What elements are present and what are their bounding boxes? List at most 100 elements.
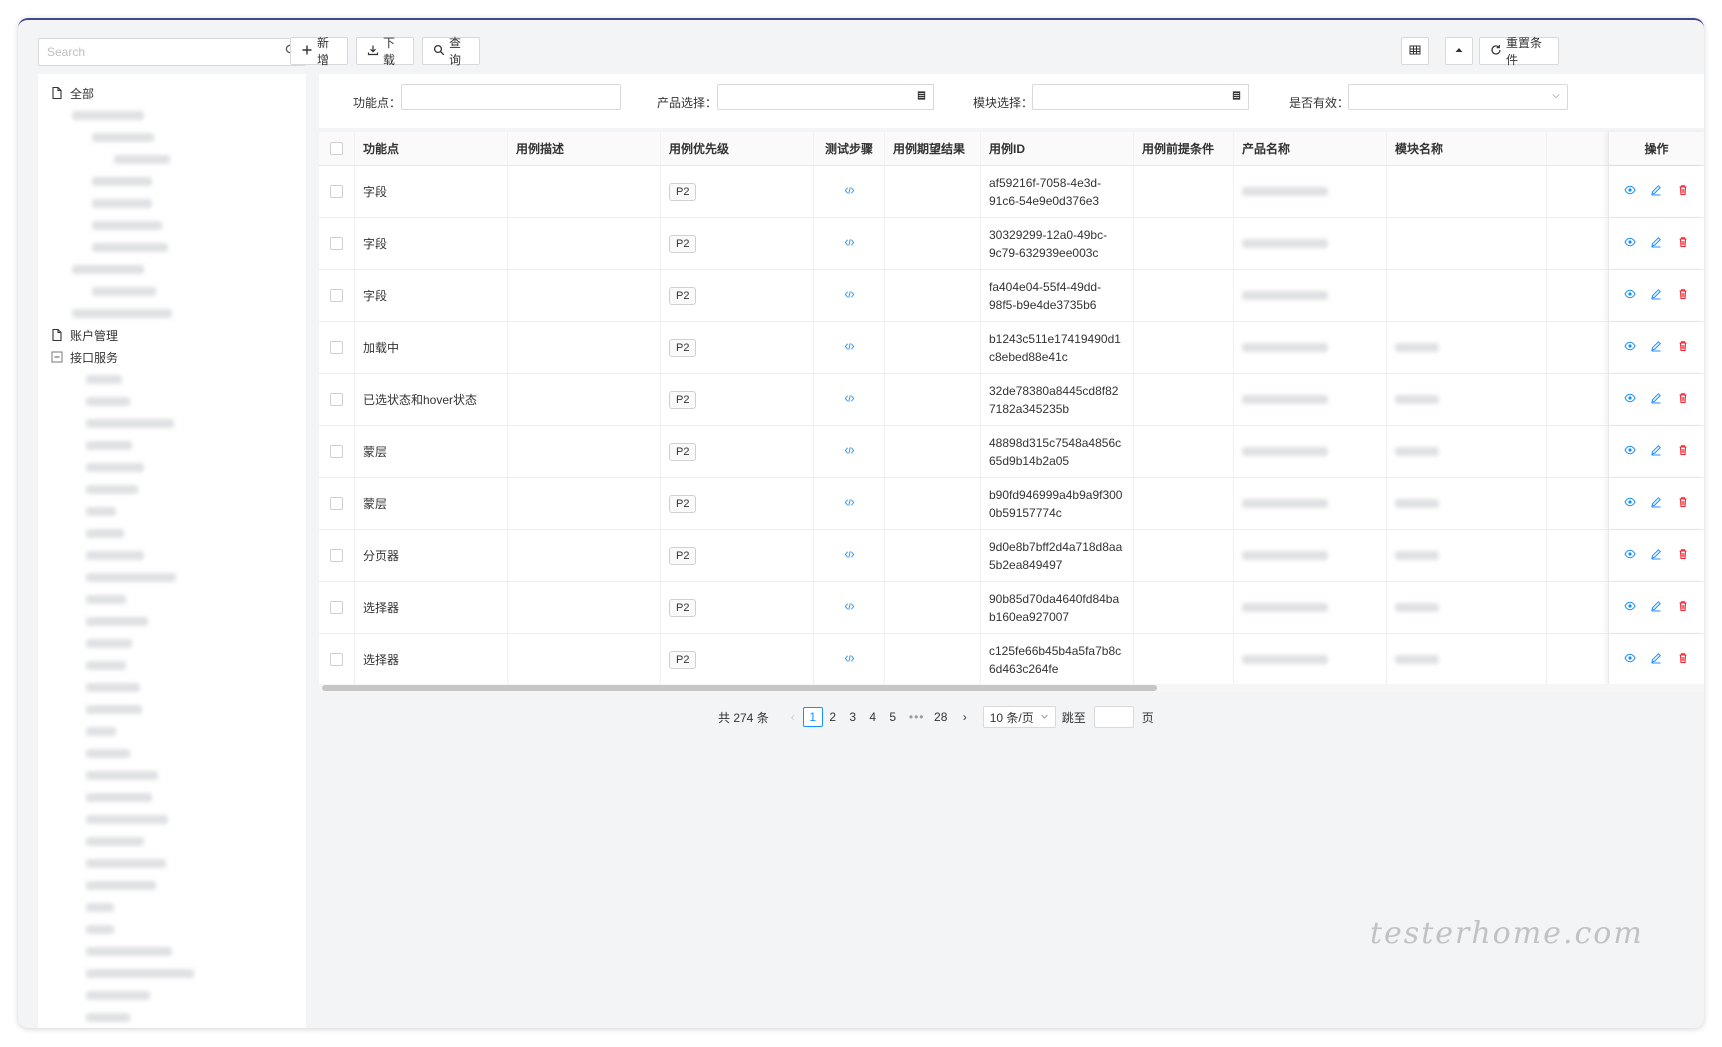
table-row[interactable]: 蒙层 P2 48898d315c7548a4856c 65d9b14b2a05: [319, 426, 1704, 478]
table-row[interactable]: 已选状态和hover状态 P2 32de78380a8445cd8f82 7182a3…: [319, 374, 1704, 426]
edit-icon[interactable]: [1650, 391, 1662, 409]
code-icon[interactable]: [844, 289, 855, 303]
code-icon[interactable]: [844, 653, 855, 667]
code-icon[interactable]: [844, 185, 855, 199]
tree-node-blurred[interactable]: [38, 742, 306, 764]
column-settings-button[interactable]: [1401, 37, 1429, 65]
column-header[interactable]: 用例描述: [508, 132, 661, 165]
row-checkbox[interactable]: [330, 341, 343, 354]
row-checkbox[interactable]: [330, 601, 343, 614]
row-checkbox[interactable]: [330, 549, 343, 562]
tree-node-blurred[interactable]: [38, 170, 306, 192]
collapse-icon[interactable]: [50, 350, 64, 364]
page-number[interactable]: 3: [843, 707, 863, 727]
column-header[interactable]: 用例前提条件: [1134, 132, 1234, 165]
tree-node-blurred[interactable]: [38, 456, 306, 478]
delete-icon[interactable]: [1677, 443, 1689, 461]
table-row[interactable]: 字段 P2 fa404e04-55f4-49dd- 98f5-b9e4de3735b6: [319, 270, 1704, 322]
edit-icon[interactable]: [1650, 443, 1662, 461]
sidebar-search-input[interactable]: [47, 45, 285, 59]
tree-node-blurred[interactable]: [38, 302, 306, 324]
column-header[interactable]: 模块名称: [1387, 132, 1547, 165]
feature-filter-input[interactable]: [401, 84, 621, 110]
table-row[interactable]: 选择器 P2 c125fe66b45b4a5fa7b8c 6d463c264fe: [319, 634, 1704, 686]
view-icon[interactable]: [1624, 235, 1636, 253]
edit-icon[interactable]: [1650, 339, 1662, 357]
select-all-checkbox[interactable]: [330, 142, 343, 155]
delete-icon[interactable]: [1677, 599, 1689, 617]
column-header[interactable]: 产品名称: [1234, 132, 1387, 165]
reset-button[interactable]: 重置条件: [1479, 36, 1559, 67]
table-row[interactable]: 分页器 P2 9d0e8b7bff2d4a718d8aa 5b2ea849497: [319, 530, 1704, 582]
tree-node-blurred[interactable]: [38, 500, 306, 522]
column-header[interactable]: 功能点: [355, 132, 508, 165]
tree-node-blurred[interactable]: [38, 874, 306, 896]
tree-node-blurred[interactable]: [38, 588, 306, 610]
tree-node-blurred[interactable]: [38, 698, 306, 720]
tree-node-blurred[interactable]: [38, 544, 306, 566]
product-picker-button[interactable]: [910, 84, 934, 110]
tree-node-blurred[interactable]: [38, 720, 306, 742]
module-filter-input[interactable]: [1032, 84, 1226, 110]
tree-node-blurred[interactable]: [38, 632, 306, 654]
tree-node-blurred[interactable]: [38, 280, 306, 302]
row-checkbox[interactable]: [330, 185, 343, 198]
row-checkbox[interactable]: [330, 653, 343, 666]
tree-node-blurred[interactable]: [38, 368, 306, 390]
delete-icon[interactable]: [1677, 391, 1689, 409]
row-checkbox[interactable]: [330, 237, 343, 250]
tree-node-blurred[interactable]: [38, 522, 306, 544]
code-icon[interactable]: [844, 445, 855, 459]
row-checkbox[interactable]: [330, 393, 343, 406]
code-icon[interactable]: [844, 237, 855, 251]
query-button[interactable]: 查询: [422, 36, 480, 67]
delete-icon[interactable]: [1677, 183, 1689, 201]
table-row[interactable]: 选择器 P2 90b85d70da4640fd84ba b160ea927007: [319, 582, 1704, 634]
tree-node-blurred[interactable]: [38, 808, 306, 830]
tree-node-blurred[interactable]: [38, 830, 306, 852]
tree-node-blurred[interactable]: [38, 214, 306, 236]
tree-node-blurred[interactable]: [38, 478, 306, 500]
row-checkbox[interactable]: [330, 289, 343, 302]
tree-node-blurred[interactable]: [38, 258, 306, 280]
view-icon[interactable]: [1624, 547, 1636, 565]
tree-node-blurred[interactable]: [38, 962, 306, 984]
tree-node-account[interactable]: 账户管理: [38, 324, 306, 346]
scrollbar-thumb[interactable]: [322, 685, 1157, 691]
column-header[interactable]: 用例ID: [981, 132, 1134, 165]
page-number[interactable]: 4: [863, 707, 883, 727]
product-filter-input[interactable]: [717, 84, 911, 110]
tree-node-blurred[interactable]: [38, 896, 306, 918]
jump-page-input[interactable]: [1093, 706, 1134, 728]
code-icon[interactable]: [844, 393, 855, 407]
tree-node-blurred[interactable]: [38, 566, 306, 588]
tree-node-interface[interactable]: 接口服务: [38, 346, 306, 368]
tree-node-root[interactable]: 全部: [38, 82, 306, 104]
tree-node-blurred[interactable]: [38, 390, 306, 412]
tree-node-blurred[interactable]: [38, 412, 306, 434]
view-icon[interactable]: [1624, 599, 1636, 617]
delete-icon[interactable]: [1677, 339, 1689, 357]
add-button[interactable]: 新增: [290, 36, 348, 67]
tree-node-blurred[interactable]: [38, 984, 306, 1006]
tree-node-blurred[interactable]: [38, 764, 306, 786]
tree-node-blurred[interactable]: [38, 434, 306, 456]
valid-filter-select[interactable]: [1348, 84, 1568, 110]
row-checkbox[interactable]: [330, 497, 343, 510]
row-checkbox[interactable]: [330, 445, 343, 458]
next-page-icon[interactable]: ›: [955, 707, 975, 727]
tree-node-blurred[interactable]: [38, 126, 306, 148]
tree-node-blurred[interactable]: [38, 940, 306, 962]
view-icon[interactable]: [1624, 495, 1636, 513]
prev-page-icon[interactable]: ‹: [783, 707, 803, 727]
table-row[interactable]: 字段 P2 af59216f-7058-4e3d- 91c6-54e9e0d376e3: [319, 166, 1704, 218]
tree-node-blurred[interactable]: [38, 852, 306, 874]
page-number[interactable]: 5: [883, 707, 903, 727]
page-number[interactable]: 2: [823, 707, 843, 727]
delete-icon[interactable]: [1677, 547, 1689, 565]
table-row[interactable]: 蒙层 P2 b90fd946999a4b9a9f300 0b59157774c: [319, 478, 1704, 530]
edit-icon[interactable]: [1650, 287, 1662, 305]
horizontal-scrollbar[interactable]: [319, 684, 1704, 692]
edit-icon[interactable]: [1650, 235, 1662, 253]
view-icon[interactable]: [1624, 183, 1636, 201]
